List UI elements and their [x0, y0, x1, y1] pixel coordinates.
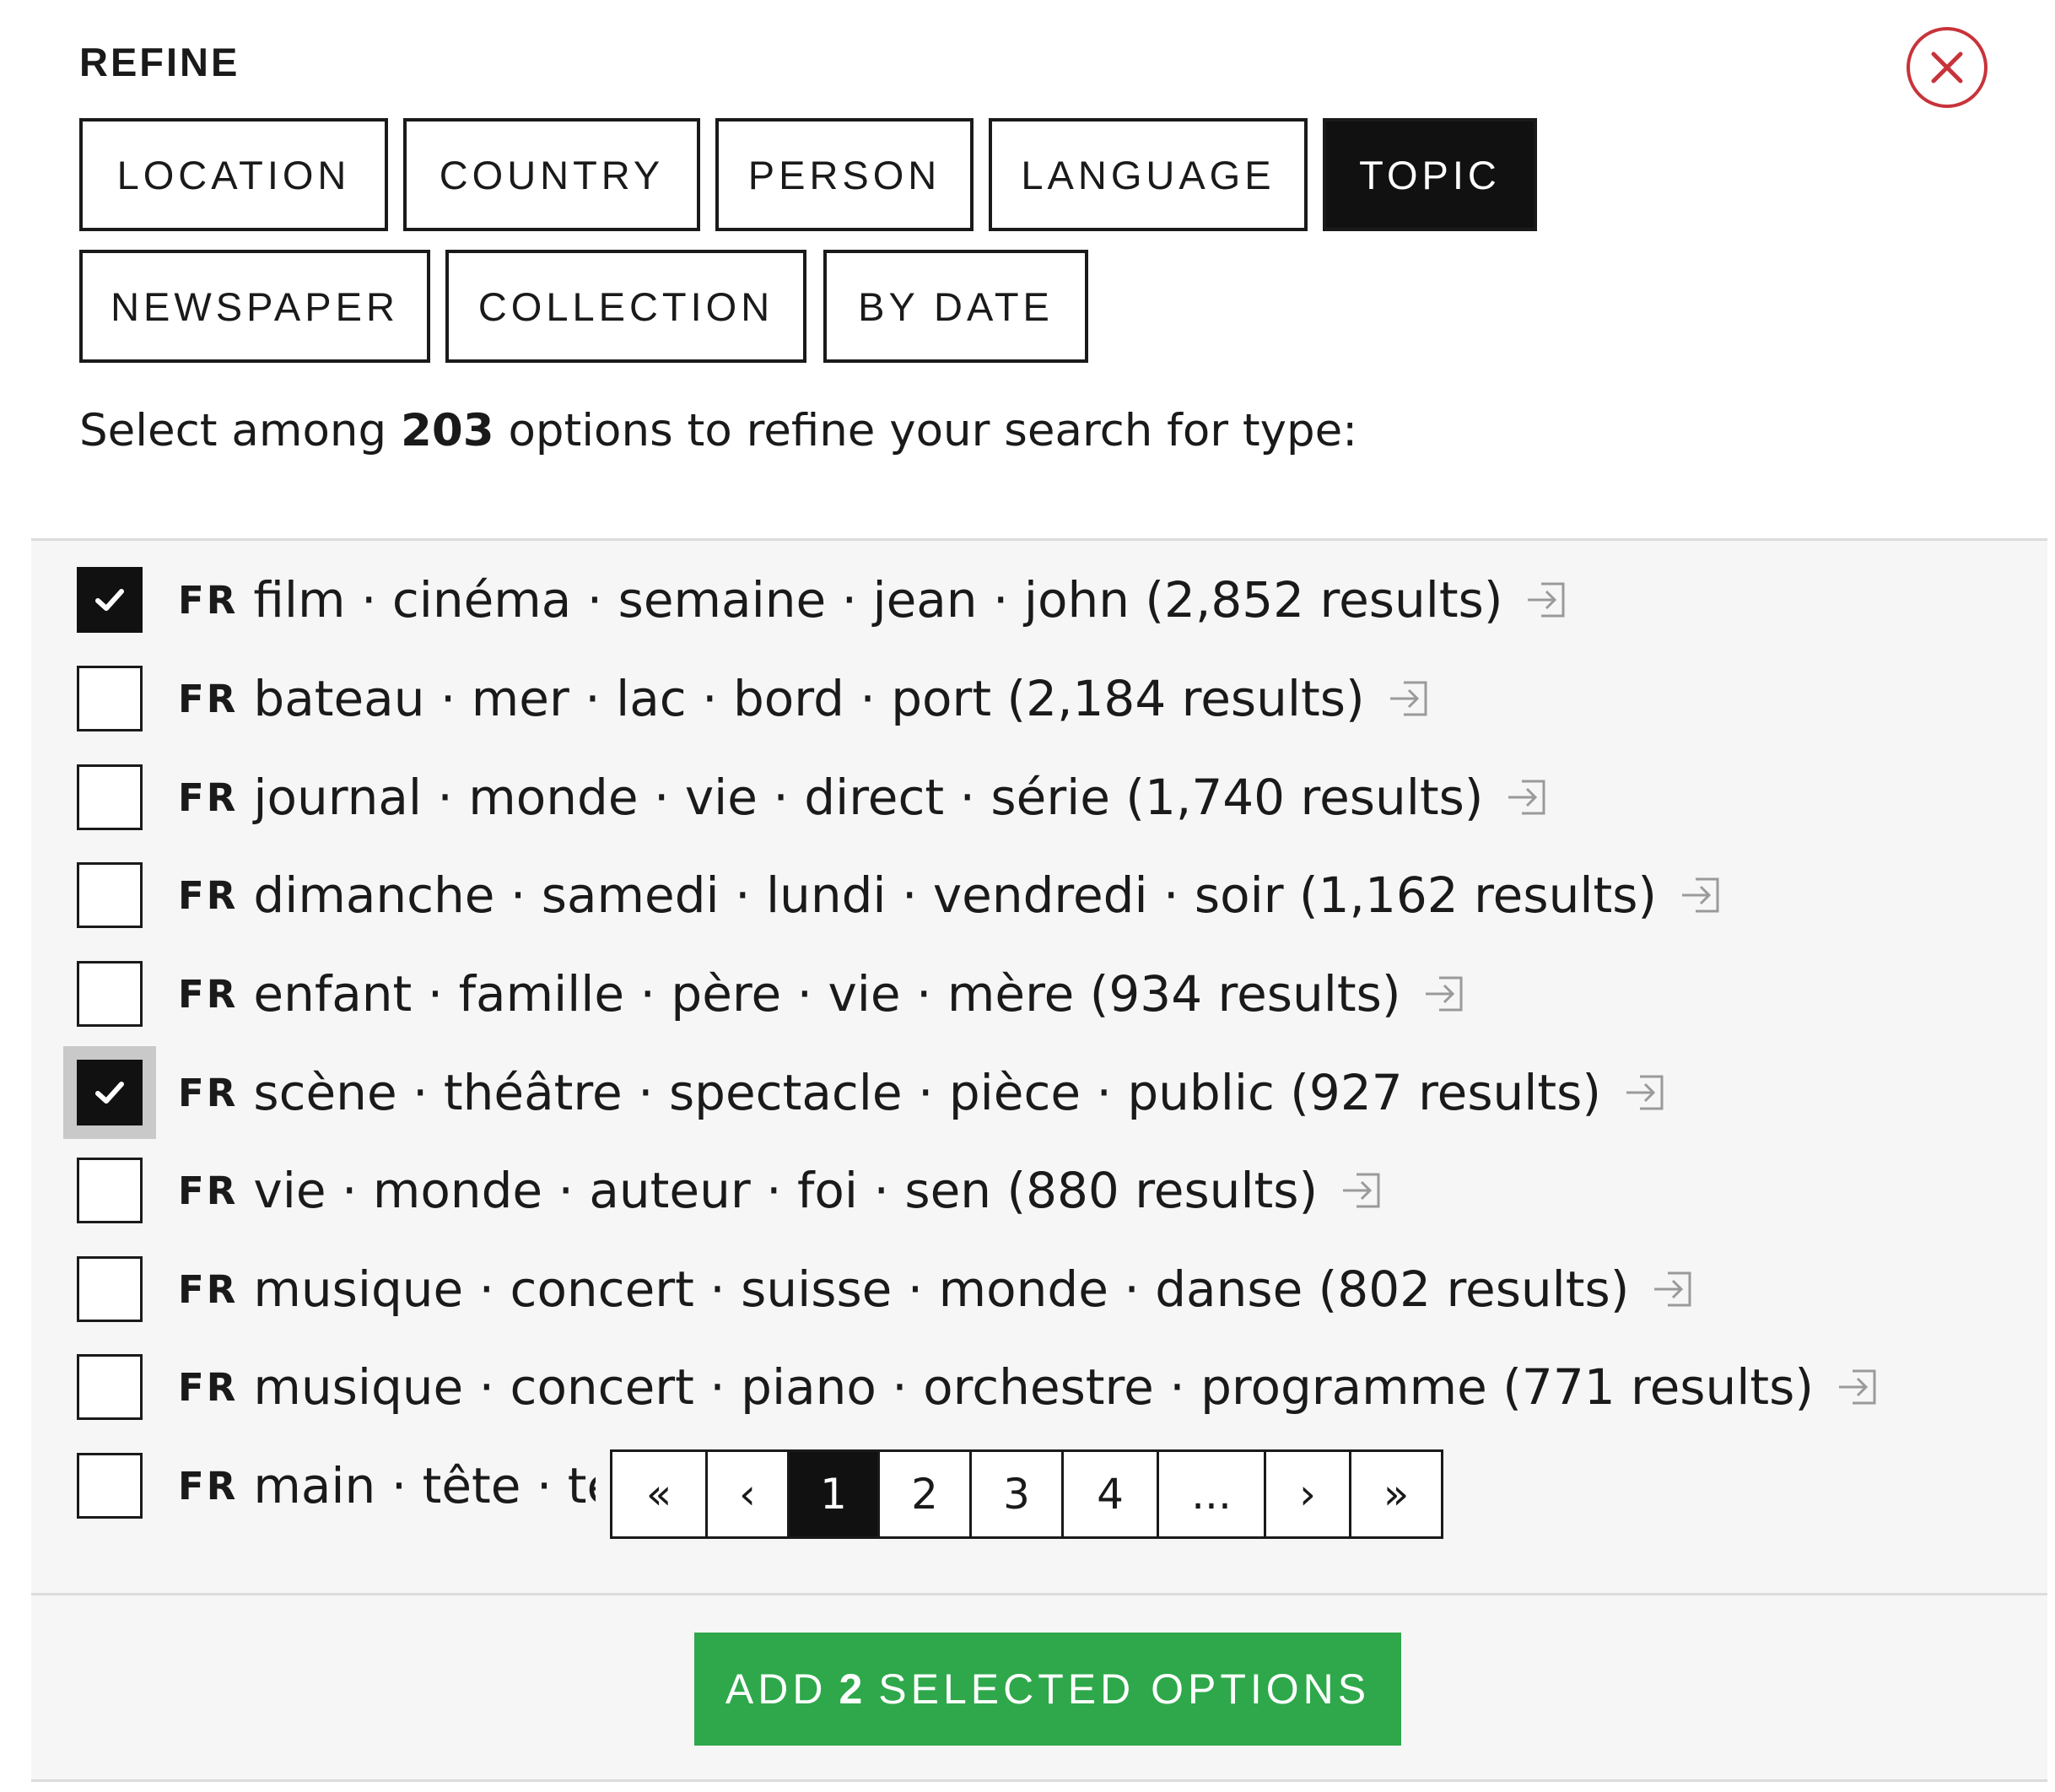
- option-language: FR: [178, 971, 239, 1017]
- option-label[interactable]: FR film · cinéma · semaine · jean · john …: [178, 571, 1572, 629]
- pagination-first[interactable]: «: [610, 1449, 708, 1539]
- pagination-next[interactable]: ›: [1264, 1449, 1351, 1539]
- summary-prefix: Select among: [79, 405, 387, 456]
- option-label[interactable]: FR enfant · famille · père · vie · mère (…: [178, 965, 1470, 1023]
- pagination-page-4[interactable]: 4: [1061, 1449, 1159, 1539]
- open-topic-icon[interactable]: [1834, 1363, 1883, 1411]
- tab-location[interactable]: LOCATION: [79, 118, 388, 231]
- option-checkbox[interactable]: [77, 1354, 143, 1420]
- close-button[interactable]: [1907, 27, 1988, 108]
- open-topic-icon[interactable]: [1338, 1166, 1387, 1215]
- close-icon: [1927, 47, 1967, 88]
- option-row[interactable]: FR bateau · mer · lac · bord · port (2,18…: [31, 656, 2047, 741]
- option-text: film · cinéma · semaine · jean · john (2…: [253, 571, 1503, 629]
- tab-by-date[interactable]: BY DATE: [823, 250, 1088, 363]
- option-row[interactable]: FR dimanche · samedi · lundi · vendredi ·…: [31, 853, 2047, 937]
- panel-title: REFINE: [79, 40, 240, 84]
- checkmark-icon: [91, 1074, 128, 1111]
- option-language: FR: [178, 872, 239, 918]
- option-text: scène · théâtre · spectacle · pièce · pu…: [253, 1064, 1601, 1121]
- tab-person[interactable]: PERSON: [715, 118, 974, 231]
- pagination-page-2[interactable]: 2: [877, 1449, 972, 1539]
- option-row[interactable]: FR musique · concert · piano · orchestre …: [31, 1345, 2047, 1429]
- option-text: musique · concert · suisse · monde · dan…: [253, 1260, 1630, 1318]
- tab-language[interactable]: LANGUAGE: [989, 118, 1308, 231]
- open-topic-icon[interactable]: [1421, 969, 1470, 1018]
- tab-collection[interactable]: COLLECTION: [445, 250, 806, 363]
- open-topic-icon[interactable]: [1649, 1265, 1698, 1314]
- option-text: bateau · mer · lac · bord · port (2,184 …: [253, 670, 1365, 727]
- tab-topic[interactable]: TOPIC: [1323, 118, 1537, 231]
- option-row[interactable]: FR enfant · famille · père · vie · mère (…: [31, 952, 2047, 1036]
- option-language: FR: [178, 1266, 239, 1312]
- option-checkbox[interactable]: [77, 862, 143, 928]
- pagination: « ‹ 1 2 3 4 ... › »: [596, 1446, 1460, 1564]
- option-checkbox[interactable]: [77, 1158, 143, 1223]
- footer-bar: ADD 2 SELECTED OPTIONS: [31, 1593, 2047, 1782]
- option-text: main · tête · te: [253, 1457, 618, 1514]
- option-language: FR: [178, 577, 239, 623]
- options-list[interactable]: FR film · cinéma · semaine · jean · john …: [31, 538, 2047, 1595]
- add-button-count: 2: [839, 1665, 867, 1713]
- add-selected-options-button[interactable]: ADD 2 SELECTED OPTIONS: [694, 1633, 1401, 1746]
- option-checkbox[interactable]: [77, 666, 143, 731]
- option-checkbox[interactable]: [77, 961, 143, 1027]
- add-button-prefix: ADD: [725, 1665, 828, 1713]
- option-checkbox[interactable]: [77, 764, 143, 830]
- option-text: dimanche · samedi · lundi · vendredi · s…: [253, 866, 1658, 924]
- pagination-prev[interactable]: ‹: [705, 1449, 790, 1539]
- summary-suffix: options to refine your search for type:: [508, 405, 1358, 456]
- option-label[interactable]: FR bateau · mer · lac · bord · port (2,18…: [178, 670, 1434, 727]
- options-summary: Select among 203 options to refine your …: [79, 405, 1357, 456]
- pagination-last[interactable]: »: [1349, 1449, 1443, 1539]
- pagination-ellipsis: ...: [1157, 1449, 1266, 1539]
- add-button-suffix: SELECTED OPTIONS: [878, 1665, 1371, 1713]
- option-checkbox[interactable]: [77, 1060, 143, 1125]
- checkmark-icon: [91, 581, 128, 618]
- option-language: FR: [178, 1364, 239, 1410]
- open-topic-icon[interactable]: [1677, 871, 1726, 920]
- option-text: journal · monde · vie · direct · série (…: [253, 769, 1484, 826]
- options-count: 203: [400, 405, 494, 456]
- tab-country[interactable]: COUNTRY: [403, 118, 700, 231]
- option-label[interactable]: FR dimanche · samedi · lundi · vendredi ·…: [178, 866, 1726, 924]
- option-row[interactable]: FR journal · monde · vie · direct · série…: [31, 755, 2047, 839]
- open-topic-icon[interactable]: [1385, 674, 1434, 723]
- option-language: FR: [178, 775, 239, 820]
- option-row[interactable]: FR film · cinéma · semaine · jean · john …: [31, 558, 2047, 642]
- tab-newspaper[interactable]: NEWSPAPER: [79, 250, 430, 363]
- option-language: FR: [178, 676, 239, 721]
- option-label[interactable]: FR journal · monde · vie · direct · série…: [178, 769, 1552, 826]
- option-row[interactable]: FR scène · théâtre · spectacle · pièce · …: [31, 1050, 2047, 1135]
- option-row[interactable]: FR musique · concert · suisse · monde · d…: [31, 1247, 2047, 1331]
- option-row[interactable]: FR vie · monde · auteur · foi · sen (880 …: [31, 1148, 2047, 1233]
- option-label[interactable]: FR musique · concert · suisse · monde · d…: [178, 1260, 1698, 1318]
- option-checkbox[interactable]: [77, 567, 143, 633]
- option-checkbox[interactable]: [77, 1453, 143, 1519]
- pagination-page-1[interactable]: 1: [787, 1449, 880, 1539]
- option-label[interactable]: FR musique · concert · piano · orchestre …: [178, 1358, 1883, 1416]
- option-language: FR: [178, 1463, 239, 1509]
- open-topic-icon[interactable]: [1523, 575, 1572, 624]
- option-language: FR: [178, 1070, 239, 1115]
- option-text: enfant · famille · père · vie · mère (93…: [253, 965, 1401, 1023]
- open-topic-icon[interactable]: [1503, 773, 1552, 822]
- open-topic-icon[interactable]: [1621, 1068, 1670, 1117]
- pagination-page-3[interactable]: 3: [969, 1449, 1064, 1539]
- option-label[interactable]: FR scène · théâtre · spectacle · pièce · …: [178, 1064, 1670, 1121]
- option-checkbox[interactable]: [77, 1256, 143, 1322]
- option-label[interactable]: FR main · tête · te: [178, 1457, 617, 1514]
- option-text: musique · concert · piano · orchestre · …: [253, 1358, 1814, 1416]
- option-label[interactable]: FR vie · monde · auteur · foi · sen (880 …: [178, 1162, 1387, 1219]
- option-text: vie · monde · auteur · foi · sen (880 re…: [253, 1162, 1319, 1219]
- option-language: FR: [178, 1168, 239, 1213]
